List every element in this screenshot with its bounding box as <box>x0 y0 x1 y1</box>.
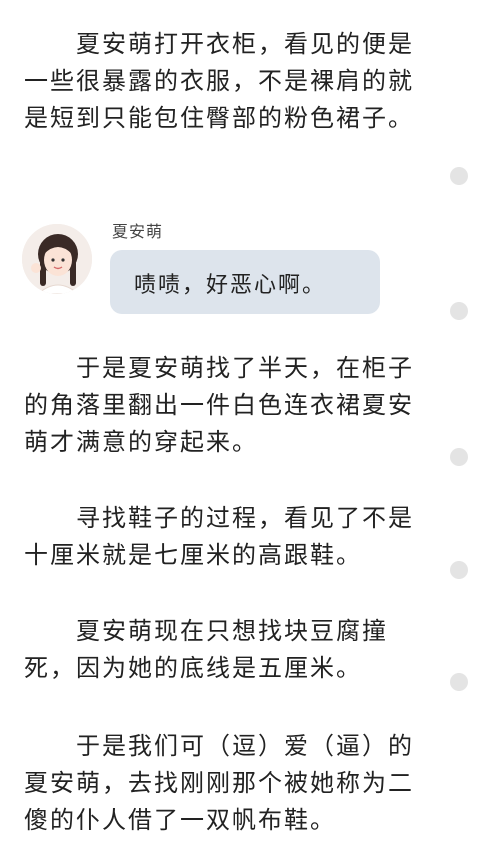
scroll-indicator-dot[interactable] <box>450 561 468 579</box>
message-bubble: 啧啧，好恶心啊。 <box>110 250 380 314</box>
scroll-indicator-dot[interactable] <box>450 448 468 466</box>
story-paragraph: 于是我们可（逗）爱（逼）的夏安萌，去找刚刚那个被她称为二傻的仆人借了一双帆布鞋。 <box>24 732 414 834</box>
avatar-girl-icon <box>22 224 92 294</box>
story-paragraph: 夏安萌打开衣柜，看见的便是一些很暴露的衣服，不是裸肩的就是短到只能包住臀部的粉色… <box>24 30 414 132</box>
speaker-name: 夏安萌 <box>112 222 164 241</box>
chat-message: 夏安萌 啧啧，好恶心啊。 <box>22 214 382 318</box>
scroll-indicator-dot[interactable] <box>450 302 468 320</box>
scroll-indicator-dot[interactable] <box>450 673 468 691</box>
story-paragraph: 于是夏安萌找了半天，在柜子的角落里翻出一件白色连衣裙夏安萌才满意的穿起来。 <box>24 354 414 456</box>
story-paragraph: 夏安萌现在只想找块豆腐撞死，因为她的底线是五厘米。 <box>24 617 388 682</box>
avatar <box>22 224 92 294</box>
scroll-indicator-dot[interactable] <box>450 167 468 185</box>
message-text: 啧啧，好恶心啊。 <box>134 273 327 298</box>
story-paragraph: 寻找鞋子的过程，看见了不是十厘米就是七厘米的高跟鞋。 <box>24 504 414 569</box>
